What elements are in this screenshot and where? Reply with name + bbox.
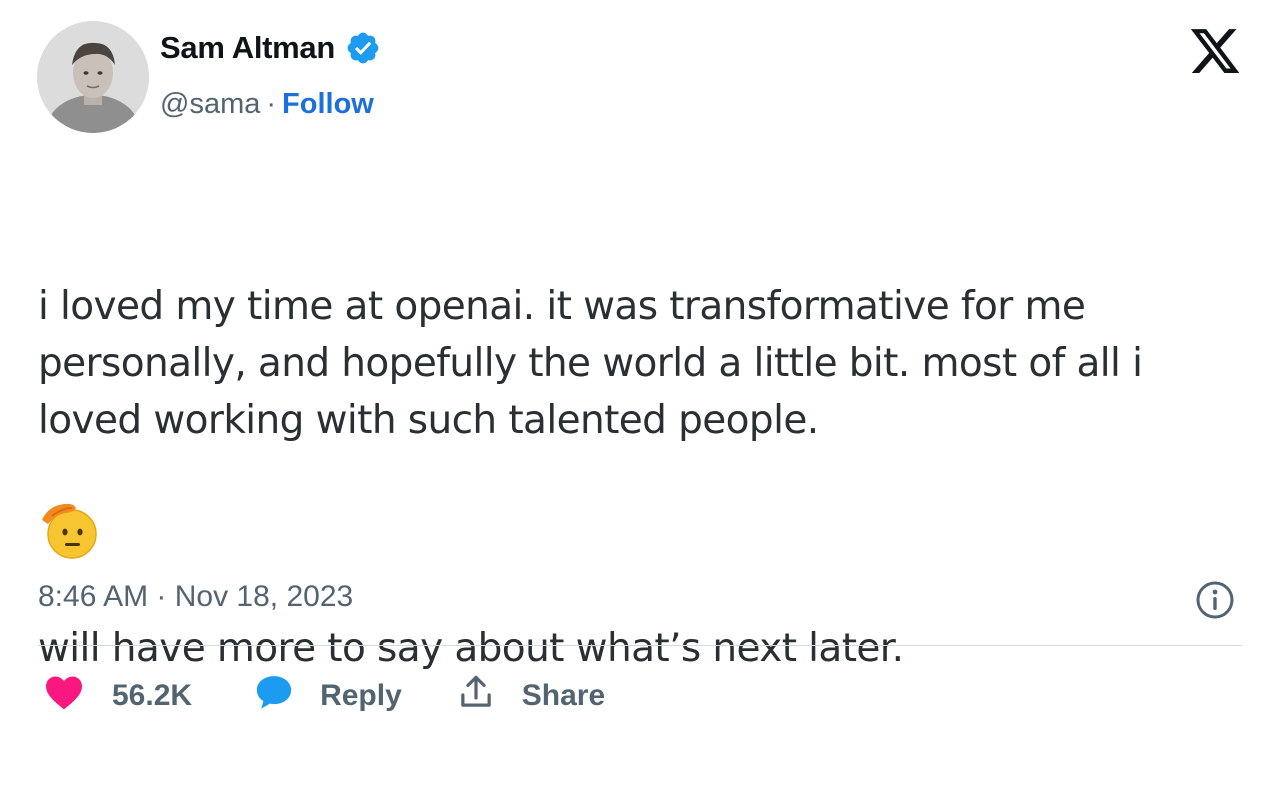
divider [38, 645, 1242, 646]
like-count: 56.2K [112, 679, 193, 712]
share-button[interactable]: Share [458, 673, 605, 719]
tweet-card: Sam Altman @sama · Follow i loved my tim… [0, 0, 1279, 718]
saluting-face-icon [38, 496, 102, 560]
handle-separator: · [266, 88, 277, 120]
follow-button[interactable]: Follow [282, 88, 374, 121]
x-logo-icon[interactable] [1188, 24, 1242, 78]
like-button[interactable]: 56.2K [44, 674, 192, 718]
tweet-timestamp[interactable]: 8:46 AM · Nov 18, 2023 [38, 580, 353, 614]
heart-icon [44, 674, 84, 718]
author-name-row: Sam Altman [160, 30, 381, 66]
author-name[interactable]: Sam Altman [160, 30, 335, 66]
action-bar: 56.2K Reply Share [44, 672, 605, 720]
verified-badge-icon [345, 30, 381, 66]
info-icon[interactable] [1195, 580, 1235, 620]
tweet-paragraph-1: i loved my time at openai. it was transf… [38, 284, 1143, 443]
share-upload-icon [458, 673, 494, 719]
tweet-paragraph-2: will have more to say about what’s next … [38, 626, 904, 671]
author-handle[interactable]: @sama [160, 88, 260, 121]
speech-bubble-icon [254, 672, 294, 720]
avatar[interactable] [37, 21, 149, 133]
share-label: Share [521, 679, 606, 712]
reply-label: Reply [320, 679, 402, 712]
reply-button[interactable]: Reply [254, 672, 402, 720]
author-handle-row: @sama · Follow [160, 88, 374, 121]
